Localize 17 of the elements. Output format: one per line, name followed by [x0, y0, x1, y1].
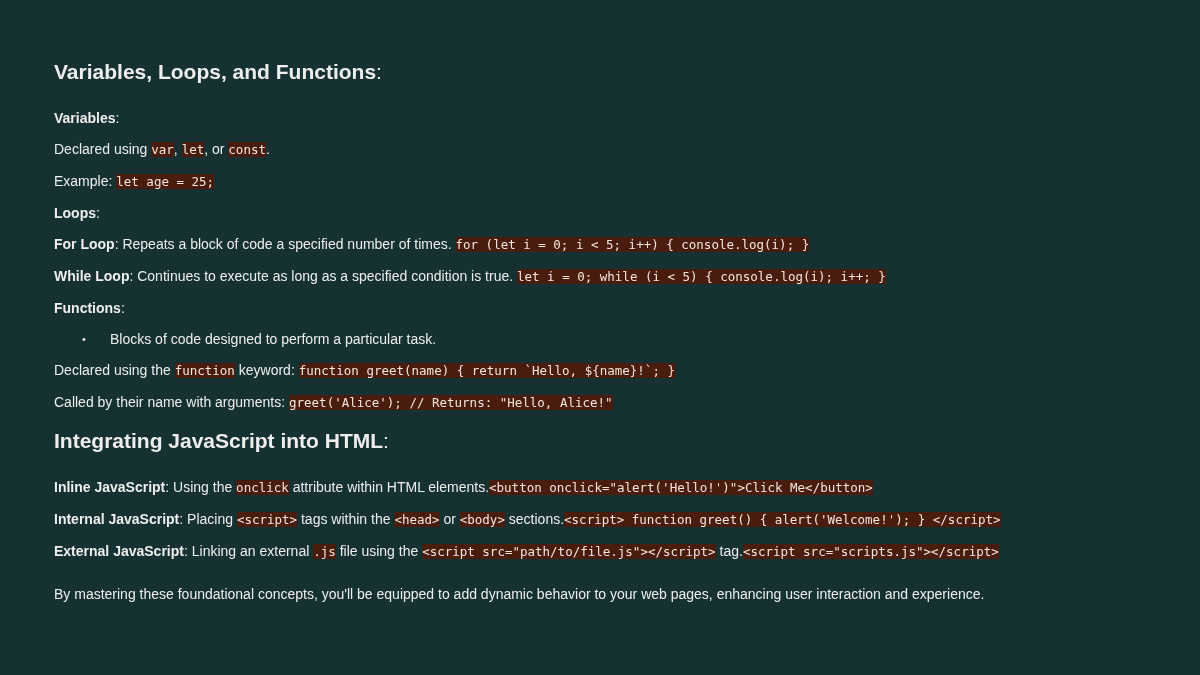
paragraph: Internal JavaScript: Placing <script> tags within the <head> or <body> sections.<script> function greet() { alert('Welcome!'); } </script>: [54, 510, 1002, 529]
list-item: Blocks of code designed to perform a particular task.: [110, 330, 437, 349]
paragraph: Called by their name with arguments: greet('Alice'); // Returns: "Hello, Alice!": [54, 393, 614, 412]
paragraph: Variables:: [54, 109, 121, 128]
bullet-marker: •: [82, 332, 87, 347]
paragraph: Example: let age = 25;: [54, 172, 216, 191]
paragraph: Loops:: [54, 204, 101, 223]
paragraph: Declared using var, let, or const.: [54, 140, 271, 159]
section-heading: Variables, Loops, and Functions:: [54, 59, 383, 85]
paragraph: External JavaScript: Linking an external .js file using the <script src="path/to/file.js"></script> tag.<script src="scripts.js"></script>: [54, 542, 1000, 561]
section-heading: Integrating JavaScript into HTML:: [54, 428, 390, 454]
paragraph: Declared using the function keyword: function greet(name) { return `Hello, ${name}!`; }: [54, 361, 676, 380]
paragraph: Inline JavaScript: Using the onclick attribute within HTML elements.<button onclick="alert('Hello!')">Click Me</button>: [54, 478, 874, 497]
paragraph: For Loop: Repeats a block of code a specified number of times. for (let i = 0; i < 5; i++) { console.log(i); }: [54, 235, 811, 254]
closing-paragraph: By mastering these foundational concepts, you'll be equipped to add dynamic behavior to your web pages, enhancing user interaction and experience.: [54, 585, 986, 604]
paragraph: While Loop: Continues to execute as long as a specified condition is true. let i = 0; while (i < 5) { console.log(i); i++; }: [54, 267, 887, 286]
paragraph: Functions:: [54, 299, 126, 318]
